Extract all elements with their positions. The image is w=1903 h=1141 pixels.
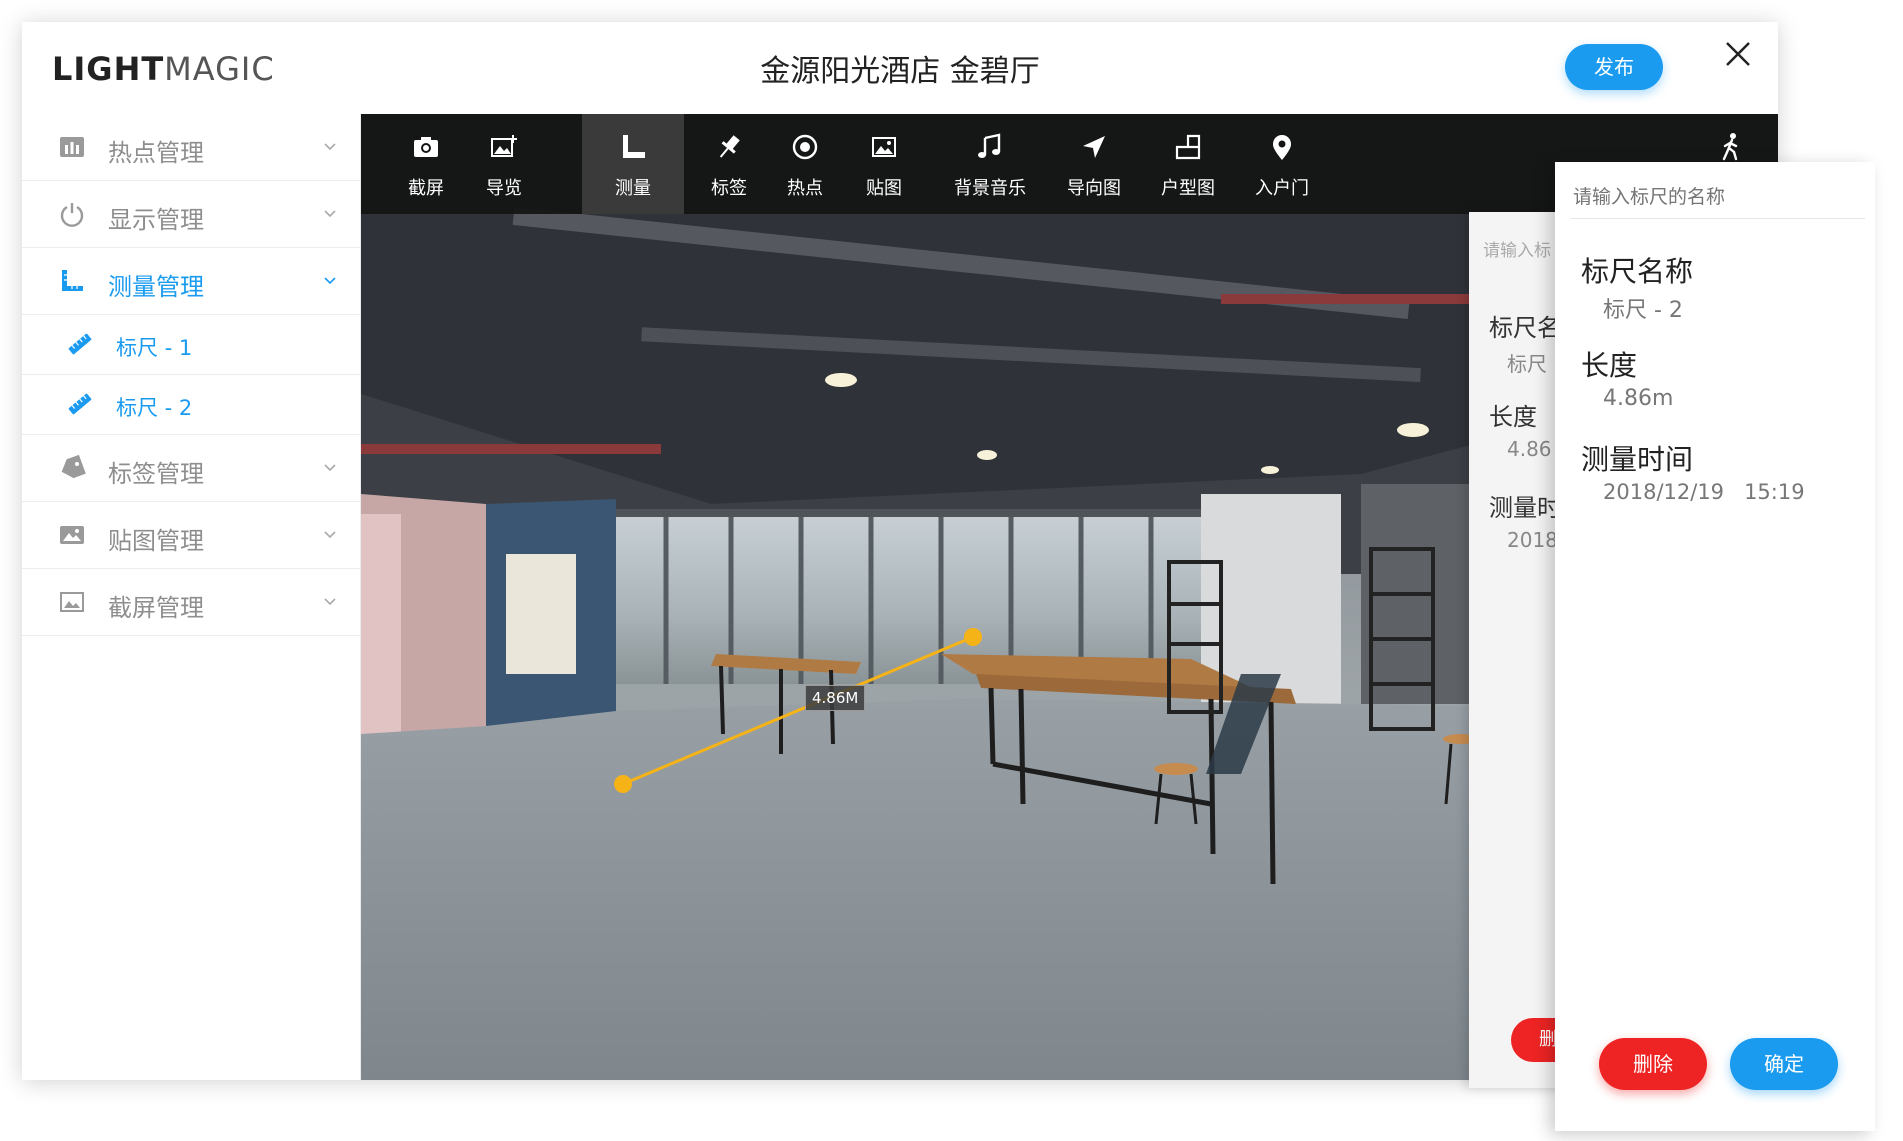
confirm-button[interactable]: 确定: [1730, 1038, 1838, 1090]
tool-floorplan[interactable]: 户型图: [1143, 114, 1233, 214]
ruler-length-label: 长度: [1489, 403, 1537, 431]
ruler-name-label: 标尺名: [1489, 314, 1561, 342]
navigation-arrow-icon: [1083, 136, 1105, 158]
image-icon: [60, 526, 84, 544]
ruler-time-value: 2018/12/19 15:19: [1603, 480, 1805, 504]
ruler-name-label: 标尺名称: [1581, 255, 1694, 288]
sidebar-item-stickers[interactable]: 贴图管理: [22, 502, 360, 569]
tool-entry-door[interactable]: 入户门: [1237, 114, 1327, 214]
chevron-down-icon: [324, 210, 336, 218]
image-add-icon: [491, 135, 517, 157]
location-pin-icon: [1273, 135, 1291, 160]
chevron-down-icon: [324, 598, 336, 606]
sidebar-item-label: 热点管理: [108, 139, 204, 167]
music-icon: [978, 133, 1001, 158]
pin-icon: [719, 135, 740, 158]
ruler-name-value: 标尺 - 2: [1603, 298, 1683, 323]
ruler-icon: [68, 333, 92, 355]
chevron-down-icon: [324, 277, 336, 285]
tool-label: 标签: [711, 178, 747, 199]
tag-icon: [61, 454, 86, 479]
sidebar-item-hotspot[interactable]: 热点管理: [22, 114, 360, 181]
ruler-length-value: 4.86: [1507, 437, 1552, 461]
power-icon: [60, 203, 84, 227]
ruler-icon: [68, 393, 92, 415]
tool-label: 户型图: [1161, 178, 1215, 199]
measure-point-end: [964, 628, 982, 646]
sidebar-item-label: 显示管理: [108, 206, 204, 234]
sidebar-item-label: 标签管理: [108, 460, 204, 488]
sidebar-item-label: 标尺 - 1: [116, 336, 193, 360]
picture-icon: [60, 592, 84, 612]
page-title: 金源阳光酒店 金碧厅: [760, 54, 1040, 89]
sidebar-item-screenshots[interactable]: 截屏管理: [22, 569, 360, 636]
tool-measure[interactable]: 测量: [582, 114, 684, 214]
tool-tour[interactable]: 导览: [471, 114, 537, 214]
delete-button[interactable]: 删除: [1599, 1038, 1707, 1090]
sidebar-item-display[interactable]: 显示管理: [22, 181, 360, 248]
sidebar-subitem-ruler-2[interactable]: 标尺 - 2: [22, 375, 360, 435]
tool-sticker[interactable]: 贴图: [851, 114, 917, 214]
sidebar-item-label: 贴图管理: [108, 527, 204, 555]
ruler-time-label: 测量时: [1489, 494, 1561, 522]
tool-label: 导览: [486, 178, 522, 199]
sidebar-item-measure[interactable]: 测量管理: [22, 248, 360, 315]
tool-tag[interactable]: 标签: [696, 114, 762, 214]
sidebar-item-label: 截屏管理: [108, 594, 204, 622]
close-icon[interactable]: [1718, 34, 1758, 74]
sidebar: 热点管理 显示管理 测量管理 标尺 - 1 标尺 - 2 标签管理 贴图管理 截…: [22, 114, 361, 1080]
header-bar: LIGHTMAGIC 金源阳光酒店 金碧厅 发布: [22, 22, 1778, 115]
tool-label: 背景音乐: [954, 178, 1026, 199]
ruler-time-value: 2018: [1507, 528, 1558, 552]
tool-screenshot[interactable]: 截屏: [393, 114, 459, 214]
floorplan-icon: [1175, 134, 1201, 160]
ruler-detail-panel: 标尺名称 标尺 - 2 长度 4.86m 测量时间 2018/12/19 15:…: [1555, 162, 1875, 1131]
chevron-down-icon: [324, 464, 336, 472]
ruler-name-placeholder: 请输入标: [1483, 241, 1551, 261]
tool-hotspot[interactable]: 热点: [772, 114, 838, 214]
sidebar-item-label: 测量管理: [108, 273, 204, 301]
target-icon: [792, 134, 818, 160]
tool-label: 贴图: [866, 178, 902, 199]
walking-person-icon[interactable]: [1716, 132, 1746, 162]
ruler-name-value: 标尺: [1507, 352, 1547, 376]
chevron-down-icon: [324, 531, 336, 539]
publish-button[interactable]: 发布: [1565, 44, 1663, 90]
tool-label: 测量: [615, 178, 651, 199]
sticker-image-icon: [872, 137, 896, 157]
ruler-angle-icon: [623, 135, 645, 158]
sidebar-item-label: 标尺 - 2: [116, 396, 193, 420]
tool-label: 入户门: [1255, 178, 1309, 199]
tool-background-music[interactable]: 背景音乐: [935, 114, 1045, 214]
tool-label: 截屏: [408, 178, 444, 199]
tool-label: 热点: [787, 178, 823, 199]
tool-label: 导向图: [1067, 178, 1121, 199]
camera-icon: [414, 137, 438, 157]
ruler-length-label: 长度: [1581, 349, 1638, 382]
measure-point-start: [614, 775, 632, 793]
measurement-label: 4.86M: [805, 685, 866, 711]
bar-chart-icon: [60, 137, 84, 157]
ruler-name-input[interactable]: [1571, 176, 1865, 219]
ruler-length-value: 4.86m: [1603, 386, 1674, 411]
ruler-angle-icon: [62, 270, 83, 291]
sidebar-item-tags[interactable]: 标签管理: [22, 435, 360, 502]
sidebar-subitem-ruler-1[interactable]: 标尺 - 1: [22, 315, 360, 375]
tool-guide-map[interactable]: 导向图: [1049, 114, 1139, 214]
ruler-time-label: 测量时间: [1581, 443, 1694, 476]
chevron-down-icon: [324, 143, 336, 151]
